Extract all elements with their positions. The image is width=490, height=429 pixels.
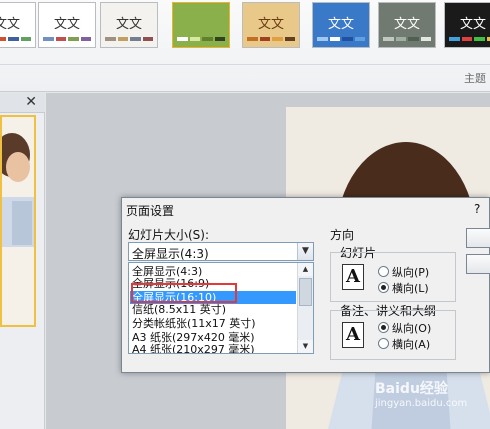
theme-sample-text: 文文: [393, 17, 420, 32]
paper-icon: A: [342, 264, 364, 290]
theme-thumbnail[interactable]: [172, 2, 230, 48]
theme-color-swatches: [177, 37, 225, 41]
cancel-button[interactable]: [466, 254, 490, 274]
slide-size-option[interactable]: 分类帐纸张(11x17 英寸): [130, 317, 296, 330]
paper-icon: A: [342, 322, 364, 348]
theme-thumbnail[interactable]: 文文: [38, 2, 96, 48]
slide-size-label: 幻灯片大小(S):: [128, 228, 210, 242]
watermark: Baidu经验 jingyan.baidu.com: [375, 378, 467, 409]
slide-size-option[interactable]: A4 纸张(210x297 毫米): [130, 343, 296, 353]
theme-thumbnail[interactable]: 文文: [100, 2, 158, 48]
theme-color-swatches: [247, 37, 295, 41]
slide-size-combobox[interactable]: 全屏显示(4:3) ▼: [128, 242, 314, 261]
theme-sample-text: 文文: [257, 17, 284, 32]
theme-color-swatches: [383, 37, 431, 41]
slide-thumbnail-photo: [2, 117, 34, 325]
help-button[interactable]: ?: [474, 202, 480, 216]
ok-button[interactable]: [466, 228, 490, 248]
theme-sample-text: 文文: [327, 17, 354, 32]
theme-sample-text: 文文: [459, 17, 486, 32]
slides-pane: ✕: [0, 93, 45, 429]
orientation-label: 方向: [330, 228, 355, 242]
slides-landscape-radio[interactable]: [378, 282, 389, 293]
notes-landscape-radio[interactable]: [378, 338, 389, 349]
theme-thumbnail[interactable]: 文文: [444, 2, 490, 48]
dialog-title: 页面设置: [126, 204, 175, 218]
theme-color-swatches: [105, 37, 153, 41]
slide-thumbnail[interactable]: [0, 115, 36, 327]
scroll-thumb[interactable]: [299, 278, 312, 306]
watermark-url: jingyan.baidu.com: [375, 398, 468, 409]
page-setup-dialog: 页面设置 ? 幻灯片大小(S): 全屏显示(4:3) ▼ 全屏显示(4:3) 全屏…: [121, 197, 490, 373]
slide-size-dropdown-list[interactable]: 全屏显示(4:3) 全屏显示(16:9) 全屏显示(16:10) 信纸(8.5x11 …: [128, 262, 314, 354]
ribbon: 文文 文文 文文 文文 文文 文文 文文 主题: [0, 0, 490, 92]
theme-color-swatches: [449, 37, 490, 41]
slides-pane-header: ✕: [0, 93, 45, 113]
notes-landscape-label[interactable]: 横向(A): [392, 336, 430, 352]
slides-landscape-label[interactable]: 横向(L): [392, 280, 429, 296]
theme-thumbnail[interactable]: 文文: [242, 2, 300, 48]
notes-portrait-label[interactable]: 纵向(O): [392, 320, 431, 336]
dropdown-scrollbar[interactable]: ▲ ▼: [297, 263, 313, 353]
ribbon-group-label: 主题: [464, 72, 486, 85]
slides-portrait-radio[interactable]: [378, 266, 389, 277]
theme-sample-text: 文文: [0, 17, 20, 32]
theme-color-swatches: [0, 37, 31, 41]
theme-color-swatches: [43, 37, 91, 41]
theme-thumbnail[interactable]: 文文: [0, 2, 36, 48]
theme-thumbnail[interactable]: 文文: [312, 2, 370, 48]
theme-sample-text: 文文: [115, 17, 142, 32]
slide-size-value: 全屏显示(4:3): [132, 247, 209, 261]
red-highlight-box: [131, 283, 237, 303]
slide-size-option[interactable]: 信纸(8.5x11 英寸): [130, 303, 296, 316]
scroll-down-icon[interactable]: ▼: [298, 340, 313, 353]
notes-portrait-radio[interactable]: [378, 322, 389, 333]
theme-color-swatches: [317, 37, 365, 41]
theme-sample-text: 文文: [53, 17, 80, 32]
slides-portrait-label[interactable]: 纵向(P): [392, 264, 429, 280]
theme-thumbnail[interactable]: 文文: [378, 2, 436, 48]
close-icon[interactable]: ✕: [25, 94, 37, 110]
chevron-down-icon[interactable]: ▼: [297, 243, 313, 260]
scroll-up-icon[interactable]: ▲: [298, 263, 313, 276]
ribbon-divider: [0, 64, 490, 65]
watermark-logo: Baidu经验: [375, 381, 448, 397]
